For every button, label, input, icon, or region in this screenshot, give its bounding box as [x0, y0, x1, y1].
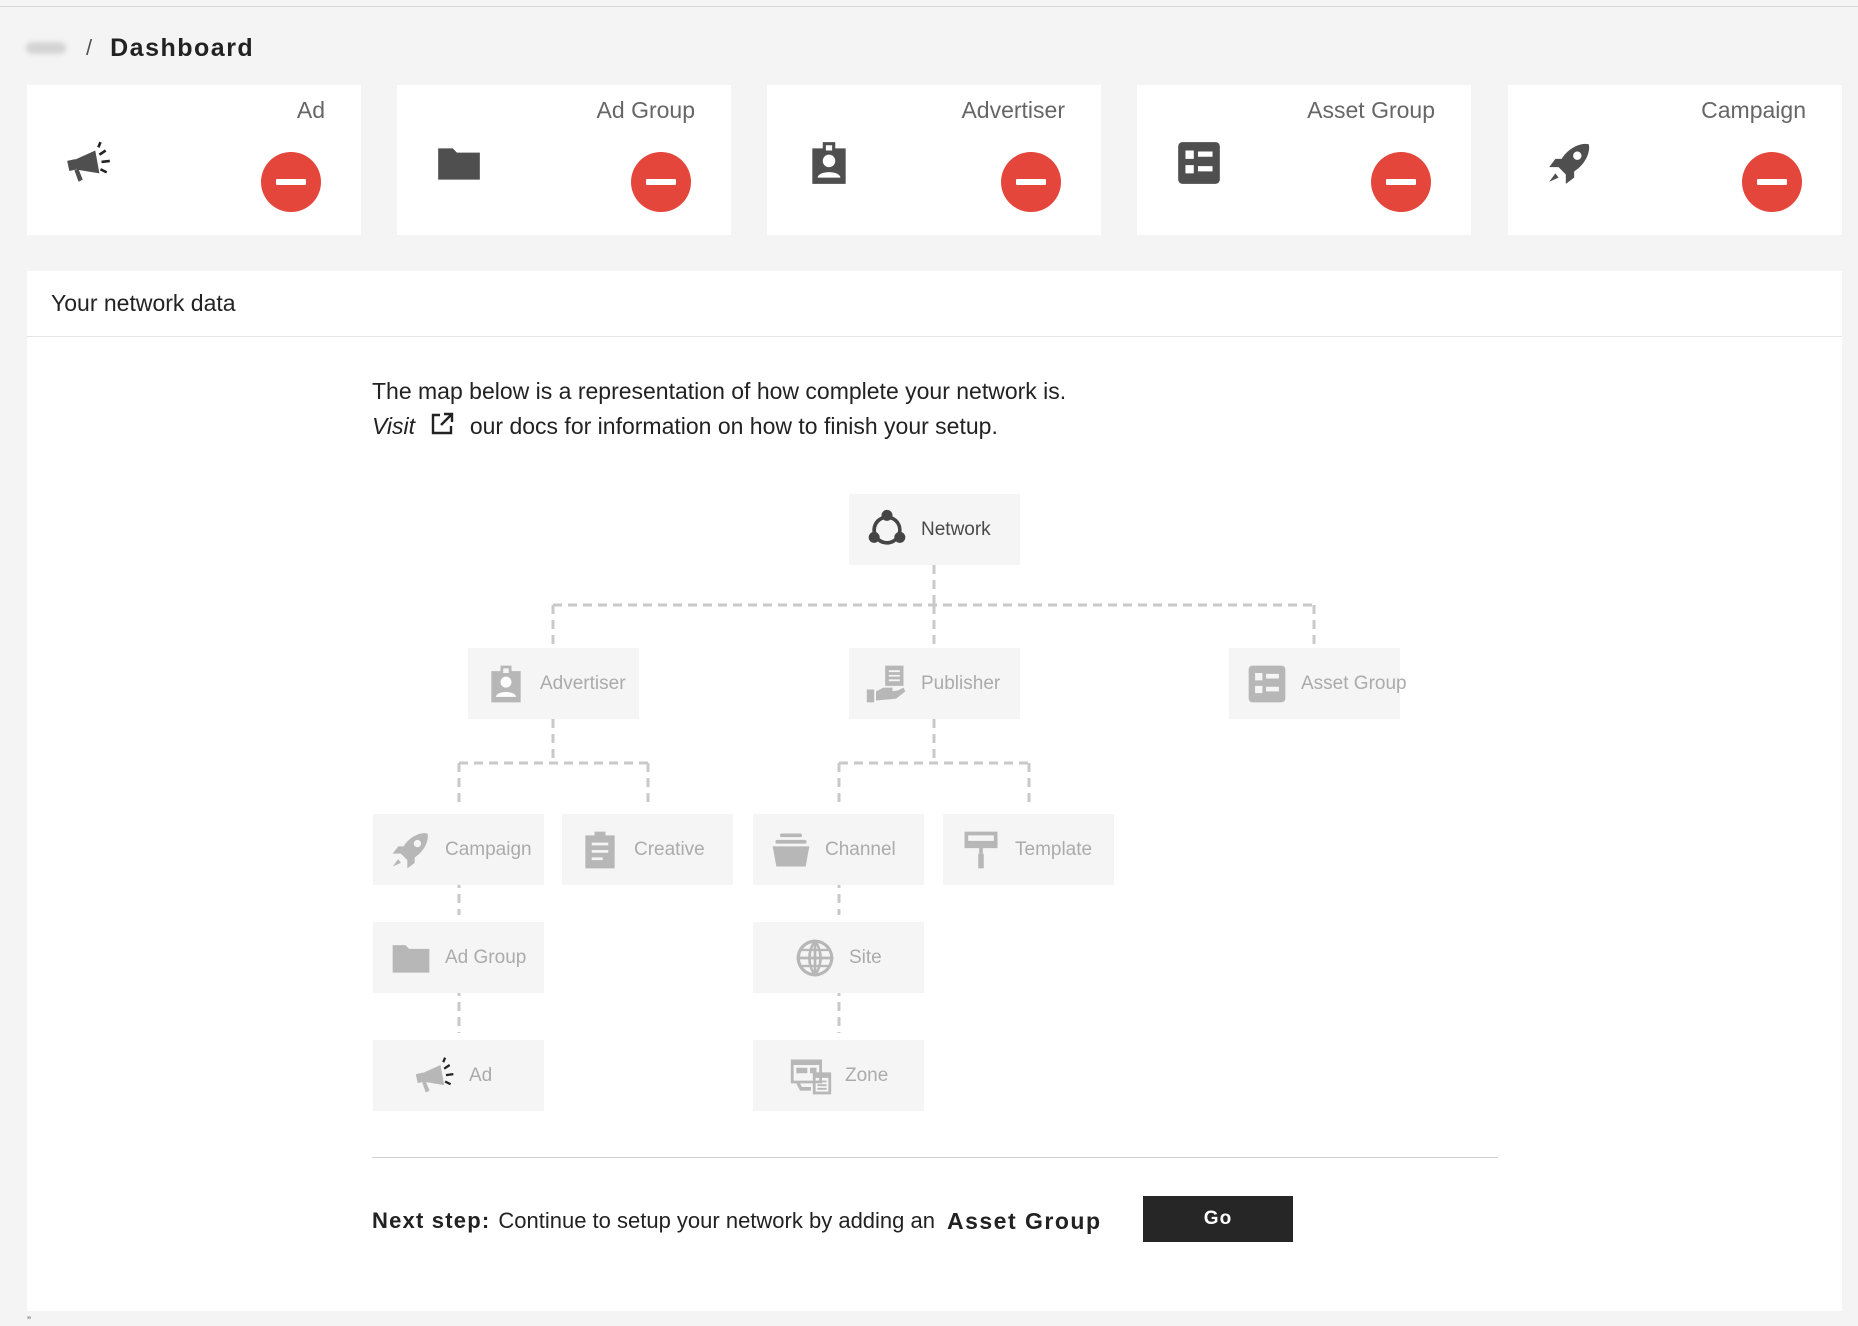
- badge-icon: [482, 660, 530, 708]
- network-icon: [863, 506, 911, 554]
- folder-icon: [387, 934, 435, 982]
- card-label: Campaign: [1701, 97, 1806, 123]
- node-label: Template: [1015, 838, 1093, 860]
- tree-node-asset-group[interactable]: Asset Group: [1229, 648, 1407, 719]
- layout-icon: [787, 1052, 835, 1100]
- go-button[interactable]: Go: [1143, 1196, 1293, 1242]
- folder-icon: [431, 135, 487, 191]
- status-missing-button[interactable]: [1742, 152, 1802, 212]
- paint-roller-icon: [957, 826, 1005, 874]
- minus-icon: [1386, 179, 1416, 185]
- node-label: Ad: [469, 1064, 493, 1086]
- network-data-panel: Your network data The map below is a rep…: [27, 271, 1842, 1311]
- node-label: Channel: [825, 838, 896, 860]
- clipboard-icon: [576, 826, 624, 874]
- status-missing-button[interactable]: [1001, 152, 1061, 212]
- tree-node-ad[interactable]: Ad: [373, 1040, 544, 1111]
- tree-node-site[interactable]: Site: [753, 922, 924, 993]
- card-campaign[interactable]: Campaign: [1508, 85, 1842, 235]
- status-missing-button[interactable]: [261, 152, 321, 212]
- card-asset-group[interactable]: Asset Group: [1137, 85, 1471, 235]
- next-step: Next step: Continue to setup your networ…: [372, 1199, 1102, 1243]
- badge-icon: [801, 135, 857, 191]
- tree-node-creative[interactable]: Creative: [562, 814, 733, 885]
- node-label: Creative: [634, 838, 705, 860]
- minus-icon: [1757, 179, 1787, 185]
- panel-title: Your network data: [27, 271, 1842, 337]
- intro-line-1: The map below is a representation of how…: [372, 378, 1067, 404]
- tree-node-campaign[interactable]: Campaign: [373, 814, 544, 885]
- megaphone-icon: [61, 135, 117, 191]
- minus-icon: [1016, 179, 1046, 185]
- node-label: Campaign: [445, 838, 532, 860]
- top-divider: [0, 6, 1858, 7]
- node-label: Publisher: [921, 672, 1001, 694]
- minus-icon: [646, 179, 676, 185]
- globe-icon: [791, 934, 839, 982]
- rocket-icon: [387, 826, 435, 874]
- tree-node-zone[interactable]: Zone: [753, 1040, 924, 1111]
- card-advertiser[interactable]: Advertiser: [767, 85, 1101, 235]
- card-ad[interactable]: Ad: [27, 85, 361, 235]
- card-label: Asset Group: [1307, 97, 1435, 123]
- node-label: Zone: [845, 1064, 889, 1086]
- card-ad-group[interactable]: Ad Group: [397, 85, 731, 235]
- node-label: Asset Group: [1301, 672, 1407, 694]
- breadcrumb-current: Dashboard: [110, 33, 255, 62]
- external-link-icon[interactable]: [429, 411, 455, 437]
- list-icon: [1243, 660, 1291, 708]
- status-missing-button[interactable]: [1371, 152, 1431, 212]
- intro-text: The map below is a representation of how…: [372, 374, 1066, 444]
- card-label: Ad Group: [596, 97, 695, 123]
- card-label: Advertiser: [961, 97, 1065, 123]
- tree-node-ad-group[interactable]: Ad Group: [373, 922, 544, 993]
- card-label: Ad: [296, 97, 325, 123]
- next-step-entity: Asset Group: [946, 1207, 1102, 1234]
- breadcrumb-root-link[interactable]: [26, 42, 66, 54]
- megaphone-icon: [411, 1052, 459, 1100]
- tree-node-channel[interactable]: Channel: [753, 814, 924, 885]
- breadcrumb-separator: /: [86, 35, 93, 60]
- list-icon: [1171, 135, 1227, 191]
- node-label: Advertiser: [540, 672, 626, 694]
- visit-label: Visit: [372, 413, 416, 439]
- tree-node-network[interactable]: Network: [849, 494, 1020, 565]
- node-label: Ad Group: [445, 946, 527, 968]
- minus-icon: [276, 179, 306, 185]
- hand-document-icon: [863, 660, 911, 708]
- next-step-text: Continue to setup your network by adding…: [498, 1208, 935, 1233]
- stack-icon: [767, 826, 815, 874]
- rocket-icon: [1542, 135, 1598, 191]
- status-missing-button[interactable]: [631, 152, 691, 212]
- breadcrumb: / Dashboard: [26, 30, 254, 66]
- node-label: Network: [921, 518, 991, 540]
- intro-line-2-text: our docs for information on how to finis…: [469, 413, 998, 439]
- tree-node-publisher[interactable]: Publisher: [849, 648, 1020, 719]
- node-label: Site: [849, 946, 882, 968]
- intro-line-2: Visit our docs for information on how to…: [372, 409, 1066, 444]
- next-step-label: Next step:: [372, 1208, 491, 1233]
- footer-mark: ”: [27, 1314, 31, 1326]
- section-divider: [372, 1157, 1498, 1158]
- tree-node-template[interactable]: Template: [943, 814, 1114, 885]
- tree-node-advertiser[interactable]: Advertiser: [468, 648, 639, 719]
